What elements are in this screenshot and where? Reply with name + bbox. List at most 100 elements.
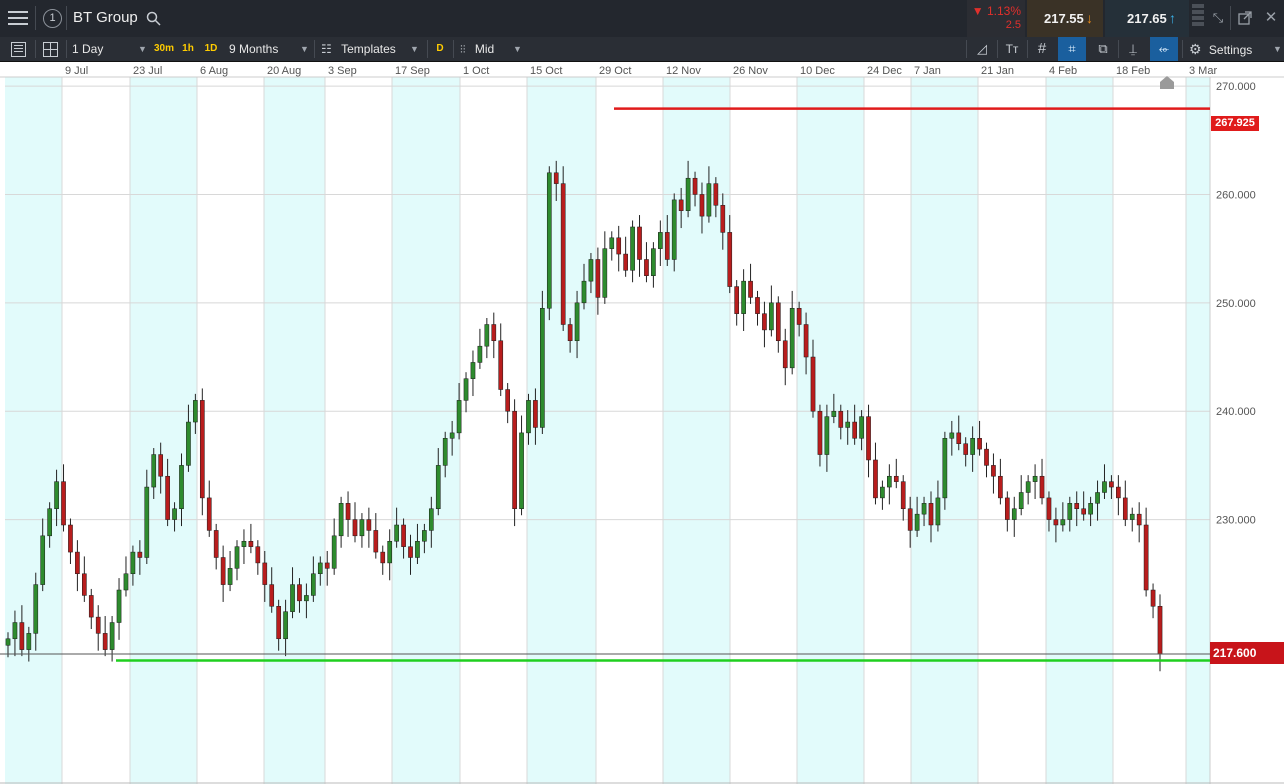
draw-line-icon[interactable]: ◿ — [971, 37, 993, 61]
chart-list-icon[interactable] — [11, 42, 26, 57]
indicator-icon[interactable]: ⍊ — [1122, 37, 1144, 61]
divider — [66, 6, 67, 30]
candle-body — [928, 503, 934, 526]
range-label: 9 Months — [229, 42, 279, 56]
candle-body — [199, 400, 205, 499]
candle-body — [5, 638, 11, 646]
magnet-tool-icon[interactable]: ⌗ — [1058, 37, 1086, 61]
candle-body — [533, 400, 538, 428]
popout-icon[interactable] — [1238, 11, 1252, 30]
divider — [1182, 40, 1183, 58]
sell-arrow-icon: ↓ — [1086, 10, 1093, 26]
candle-body — [1129, 513, 1135, 520]
interval-1d-button[interactable]: 1D — [202, 42, 220, 56]
candle-body — [61, 481, 66, 526]
candle-body — [1004, 497, 1010, 520]
buy-arrow-icon: ↑ — [1169, 10, 1176, 26]
candle-body — [387, 540, 393, 564]
candle-body — [1095, 492, 1100, 504]
candle-body — [123, 573, 129, 591]
candle-body — [616, 237, 622, 255]
candle-body — [998, 475, 1003, 499]
chevron-down-icon: ▼ — [1273, 44, 1282, 54]
interval-1h-button[interactable]: 1h — [180, 42, 196, 56]
candle-body — [1088, 503, 1093, 515]
candle-body — [1081, 508, 1086, 515]
interval-select[interactable]: 1 Day ▼ — [72, 37, 150, 61]
x-tick-label: 6 Aug — [200, 65, 228, 77]
price-chart[interactable]: 9 Jul 23 Jul 6 Aug 20 Aug 3 Sep 17 Sep 1 Oct 15… — [0, 62, 1284, 784]
divider — [1118, 40, 1119, 58]
price-type-select[interactable]: ⫶⫶ Mid ▼ — [460, 37, 526, 62]
templates-icon: ☷ — [321, 42, 332, 56]
candle-body — [130, 551, 136, 575]
candle-body — [262, 562, 268, 585]
d-badge-button[interactable]: D — [433, 42, 447, 56]
date-axis-strip — [0, 62, 1284, 77]
candle-body — [435, 465, 441, 509]
text-tool-icon[interactable]: Tт — [1001, 37, 1023, 61]
sell-button[interactable]: 217.55 ↓ — [1027, 0, 1103, 37]
buy-price: 217.65 — [1127, 11, 1167, 26]
interval-label: 1 Day — [72, 42, 104, 56]
layout-icon[interactable] — [43, 42, 58, 57]
candlestick-chart[interactable]: 9 Jul 23 Jul 6 Aug 20 Aug 3 Sep 17 Sep 1 Oct 15… — [0, 62, 1284, 784]
candle-body — [317, 562, 323, 575]
interval-30m-button[interactable]: 30m — [153, 42, 175, 56]
candle-body — [415, 540, 420, 558]
candle-body — [380, 551, 386, 564]
candle-body — [1109, 481, 1114, 488]
candle-body — [845, 421, 851, 428]
candle-body — [796, 307, 802, 325]
search-icon[interactable] — [146, 11, 161, 26]
x-tick-label: 29 Oct — [599, 65, 631, 77]
candle-body — [741, 280, 746, 314]
candle-body — [1039, 475, 1045, 499]
instrument-name[interactable]: BT Group — [73, 9, 138, 27]
candle-body — [859, 416, 864, 439]
scroll-home-icon[interactable] — [1159, 76, 1175, 90]
crosshair-grid-icon[interactable]: # — [1031, 37, 1053, 61]
candle-body — [255, 546, 261, 564]
x-tick-label: 7 Jan — [914, 65, 941, 77]
candle-body — [671, 199, 677, 260]
close-icon[interactable]: ✕ — [1262, 6, 1280, 30]
candle-body — [831, 410, 837, 417]
candle-body — [685, 177, 691, 211]
candle-body — [678, 199, 684, 211]
candles-icon: ⫶⫶ — [460, 44, 466, 56]
candle-body — [442, 438, 448, 466]
candle-body — [82, 573, 87, 596]
templates-select[interactable]: ☷ Templates ▼ — [321, 37, 421, 61]
candle-body — [651, 248, 656, 276]
range-select[interactable]: 9 Months ▼ — [229, 37, 311, 61]
chart-number-badge[interactable]: 1 — [43, 9, 62, 28]
candle-body — [560, 183, 566, 325]
candle-body — [179, 465, 184, 509]
label-tool-icon[interactable]: ⬰ — [1150, 37, 1178, 61]
y-tick-label: 270.000 — [1216, 81, 1256, 93]
order-book-icon[interactable] — [1192, 4, 1204, 34]
menu-icon[interactable] — [8, 9, 28, 27]
layers-icon[interactable]: ⧉ — [1092, 37, 1114, 61]
candle-body — [644, 259, 649, 276]
price-box-current: 217.600 — [1210, 642, 1284, 664]
candle-body — [609, 237, 615, 249]
x-tick-label: 24 Dec — [867, 65, 902, 77]
settings-button[interactable]: ⚙ Settings ▼ — [1189, 37, 1282, 62]
divider — [35, 40, 36, 58]
x-tick-label: 10 Dec — [800, 65, 835, 77]
candle-body — [422, 530, 427, 542]
candle-body — [623, 253, 628, 271]
chevron-down-icon: ▼ — [513, 44, 522, 54]
collapse-icon[interactable]: ⤡ — [1209, 6, 1227, 30]
candle-body — [1136, 513, 1142, 526]
buy-button[interactable]: 217.65 ↑ — [1105, 0, 1189, 37]
candle-body — [595, 259, 601, 298]
candle-body — [838, 410, 844, 428]
date-band — [5, 62, 62, 784]
candle-body — [373, 530, 379, 553]
candle-body — [970, 438, 975, 455]
candle-body — [75, 551, 80, 575]
candle-body — [456, 400, 462, 434]
